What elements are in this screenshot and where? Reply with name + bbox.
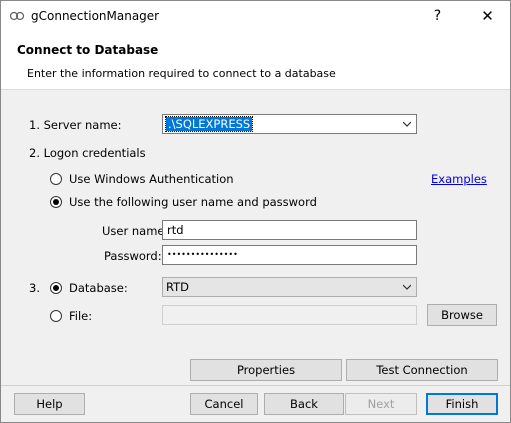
username-input[interactable]: rtd bbox=[162, 220, 417, 240]
database-value: RTD bbox=[166, 280, 190, 294]
cancel-button[interactable]: Cancel bbox=[190, 393, 258, 415]
connection-icon bbox=[9, 11, 25, 21]
window-title: gConnectionManager bbox=[31, 9, 160, 23]
sql-auth-radio[interactable] bbox=[50, 196, 62, 208]
password-value: ••••••••••••••• bbox=[167, 250, 238, 259]
help-title-button[interactable]: ? bbox=[415, 1, 460, 31]
database-combo[interactable]: RTD bbox=[162, 277, 417, 297]
chevron-down-icon[interactable] bbox=[403, 120, 411, 128]
back-button[interactable]: Back bbox=[264, 393, 344, 415]
footer-separator bbox=[1, 385, 510, 386]
browse-button[interactable]: Browse bbox=[427, 304, 497, 326]
windows-auth-label[interactable]: Use Windows Authentication bbox=[69, 172, 234, 186]
database-radio[interactable] bbox=[50, 282, 62, 294]
close-button[interactable]: ✕ bbox=[465, 1, 510, 31]
logon-credentials-label: 2. Logon credentials bbox=[29, 146, 146, 160]
properties-button[interactable]: Properties bbox=[190, 359, 342, 381]
password-input[interactable]: ••••••••••••••• bbox=[162, 245, 417, 265]
finish-button[interactable]: Finish bbox=[426, 393, 498, 415]
server-name-label: 1. Server name: bbox=[29, 118, 122, 132]
header-subtitle: Enter the information required to connec… bbox=[27, 67, 336, 80]
file-radio[interactable] bbox=[50, 310, 62, 322]
dialog-window: gConnectionManager ? ✕ Connect to Databa… bbox=[0, 0, 511, 423]
file-label[interactable]: File: bbox=[69, 309, 92, 323]
header-title: Connect to Database bbox=[17, 43, 159, 57]
sql-auth-label[interactable]: Use the following user name and password bbox=[69, 195, 317, 209]
wizard-header: Connect to Database Enter the informatio… bbox=[1, 31, 510, 90]
help-button[interactable]: Help bbox=[14, 393, 85, 415]
server-name-value: .\SQLEXPRESS bbox=[164, 116, 254, 132]
section-3-number: 3. bbox=[29, 281, 40, 295]
chevron-down-icon[interactable] bbox=[403, 283, 411, 291]
next-button[interactable]: Next bbox=[345, 393, 417, 415]
username-value: rtd bbox=[167, 223, 184, 237]
examples-link[interactable]: Examples bbox=[431, 172, 487, 186]
windows-auth-radio[interactable] bbox=[50, 173, 62, 185]
title-bar: gConnectionManager ? ✕ bbox=[1, 1, 510, 31]
server-name-combo[interactable]: .\SQLEXPRESS bbox=[162, 114, 417, 134]
password-label: Password: bbox=[104, 249, 162, 263]
database-label[interactable]: Database: bbox=[69, 281, 128, 295]
file-path-input bbox=[162, 305, 417, 325]
test-connection-button[interactable]: Test Connection bbox=[346, 359, 498, 381]
username-label: User name: bbox=[102, 224, 169, 238]
